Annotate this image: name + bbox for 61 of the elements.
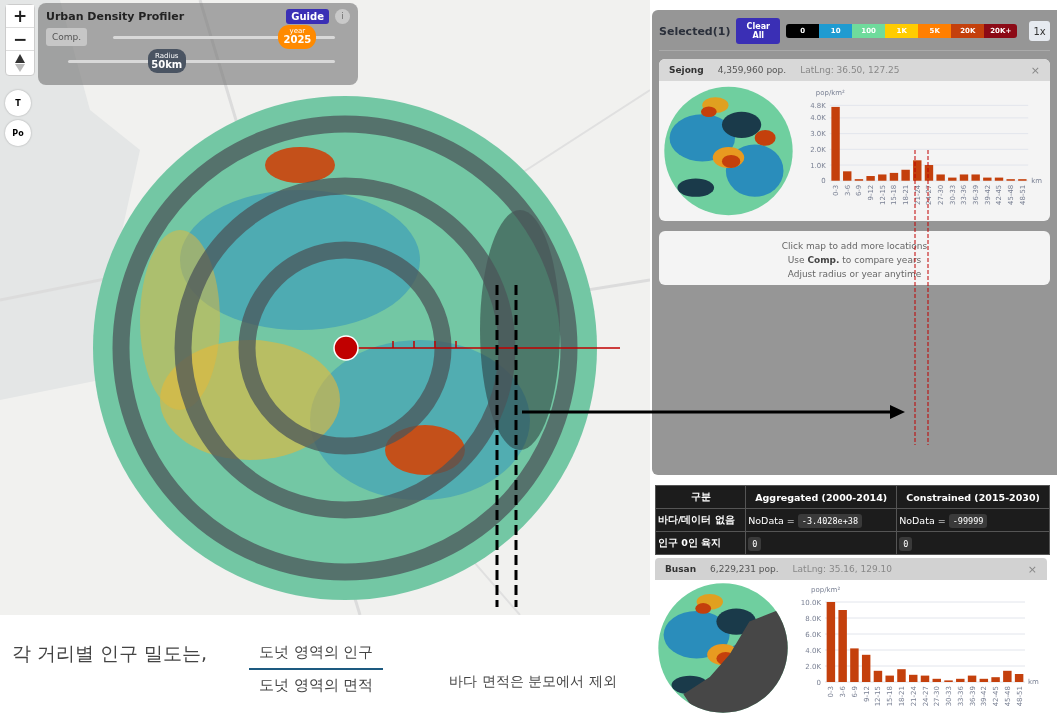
clear-all-button[interactable]: Clear All <box>736 18 781 44</box>
bar <box>838 610 847 682</box>
column-header: 구분 <box>655 485 746 509</box>
bar <box>897 669 906 682</box>
bar <box>909 674 918 682</box>
hint-text: Click map to add more locations <box>781 241 928 251</box>
coordinates-text: LatLng: 35.16, 129.10 <box>792 564 892 574</box>
compare-button[interactable]: Comp. <box>46 28 88 46</box>
bar <box>924 165 934 181</box>
denominator-text: 도넛 영역의 면적 <box>257 675 375 696</box>
population-text: 6,229,231 pop. <box>710 564 779 574</box>
panel-title: Urban Density Profiler <box>46 10 185 23</box>
code-value: 0 <box>899 536 913 551</box>
bar <box>885 675 894 682</box>
column-header: Aggregated (2000-2014) <box>745 485 897 509</box>
bar <box>920 675 930 682</box>
code-value: -3.4028e+38 <box>797 513 863 528</box>
bar <box>959 174 969 181</box>
bar <box>936 174 945 181</box>
bar <box>979 678 989 682</box>
cell-text: NoData = <box>748 514 795 526</box>
bar <box>878 174 887 181</box>
location-name: Busan <box>665 564 697 574</box>
bar <box>932 678 941 682</box>
bar <box>983 177 992 181</box>
coordinates-text: LatLng: 36.50, 127.25 <box>800 65 900 75</box>
bar <box>948 177 957 181</box>
bar <box>913 160 922 181</box>
code-value: -99999 <box>948 513 988 528</box>
selection-title: Selected(1) <box>659 24 731 38</box>
code-value: 0 <box>748 536 762 551</box>
bar <box>994 177 1004 181</box>
scale-button[interactable]: 1x <box>1029 21 1050 41</box>
bar <box>991 677 1000 682</box>
location-marker[interactable] <box>333 335 359 361</box>
zoom-in-button[interactable]: + <box>6 5 34 28</box>
formula-text: 각 거리별 인구 밀도는, <box>12 641 208 666</box>
note-text: 바다 면적은 분모에서 제외 <box>449 673 617 691</box>
column-header: Constrained (2015-2030) <box>896 485 1050 509</box>
bar <box>850 648 859 682</box>
hint-text: Use Comp. to compare years <box>787 255 922 265</box>
bar <box>1003 670 1012 682</box>
bar <box>873 670 883 682</box>
bar <box>861 654 871 682</box>
bar <box>901 169 910 181</box>
numerator-text: 도넛 영역의 인구 <box>257 642 375 663</box>
bar <box>971 174 980 181</box>
row-header: 바다/데이터 없음 <box>655 508 746 532</box>
population-text: 4,359,960 pop. <box>717 65 787 75</box>
bar <box>967 675 977 682</box>
location-name: Sejong <box>669 65 704 75</box>
bar <box>956 678 965 682</box>
bar <box>843 171 852 181</box>
row-header: 인구 0인 육지 <box>655 531 746 555</box>
bar <box>866 176 875 181</box>
bar <box>889 172 899 181</box>
compass-icon[interactable] <box>15 54 25 72</box>
guide-button[interactable]: Guide <box>286 9 329 24</box>
bar <box>1014 674 1024 682</box>
cell-text: NoData = <box>899 514 946 526</box>
hint-text: Adjust radius or year anytime <box>787 269 922 279</box>
